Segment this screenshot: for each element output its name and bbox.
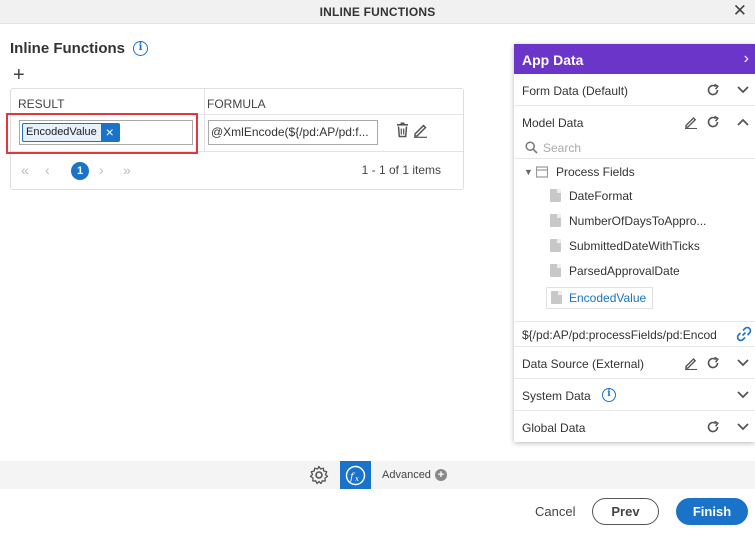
search-input[interactable]: Search	[514, 137, 755, 159]
trash-icon[interactable]	[395, 122, 410, 138]
search-placeholder: Search	[543, 141, 582, 155]
pencil-icon[interactable]	[413, 122, 428, 138]
tree-item-selected[interactable]: EncodedValue	[546, 287, 653, 309]
prev-button[interactable]: Prev	[592, 498, 659, 525]
chevron-right-icon[interactable]: ›	[744, 50, 749, 68]
chevron-down-icon[interactable]	[737, 85, 749, 95]
app-data-panel: App Data › Form Data (Default) Model Dat…	[514, 44, 755, 442]
tree-item-label: DateFormat	[569, 189, 633, 203]
section-label: Data Source (External)	[522, 357, 645, 371]
fx-button[interactable]: f x	[340, 461, 371, 489]
column-header-formula: FORMULA	[207, 97, 266, 111]
column-header-result: RESULT	[18, 97, 65, 111]
pencil-icon[interactable]	[684, 115, 698, 129]
cancel-button[interactable]: Cancel	[535, 504, 575, 519]
pencil-icon[interactable]	[684, 356, 698, 370]
formula-field[interactable]: @XmlEncode(${/pd:AP/pd:f...	[208, 120, 378, 145]
result-chip: EncodedValue ×	[22, 123, 120, 142]
document-icon	[550, 189, 561, 202]
folder-icon	[536, 166, 548, 178]
advanced-label[interactable]: Advanced	[382, 469, 431, 481]
first-page-icon[interactable]: «	[21, 162, 29, 178]
tree-item-label: EncodedValue	[569, 291, 647, 305]
app-data-title: App Data	[522, 52, 584, 68]
info-icon[interactable]: i	[602, 388, 616, 402]
gear-icon[interactable]	[309, 465, 329, 485]
refresh-icon[interactable]	[706, 115, 720, 129]
next-page-icon[interactable]: ›	[99, 162, 104, 178]
result-field[interactable]: EncodedValue ×	[19, 120, 193, 145]
pager-summary: 1 - 1 of 1 items	[361, 163, 441, 177]
finish-button[interactable]: Finish	[676, 498, 748, 525]
section-model-data[interactable]: Model Data	[514, 106, 755, 138]
document-icon	[550, 239, 561, 252]
tree-item-label: ParsedApprovalDate	[569, 264, 680, 278]
selected-path: ${/pd:AP/pd:processFields/pd:Encod	[522, 328, 717, 342]
plus-icon[interactable]: +	[13, 65, 25, 85]
chevron-down-icon[interactable]	[737, 390, 749, 400]
document-icon	[550, 264, 561, 277]
footer-toolbar	[0, 461, 755, 489]
refresh-icon[interactable]	[706, 420, 720, 434]
info-icon[interactable]: i	[133, 41, 148, 56]
chevron-up-icon[interactable]	[737, 117, 749, 127]
inline-functions-grid: RESULT FORMULA EncodedValue × @XmlEncode…	[6, 88, 464, 190]
section-label: Model Data	[522, 116, 584, 130]
result-chip-label: EncodedValue	[26, 126, 97, 138]
search-icon	[525, 141, 538, 154]
app-data-header[interactable]: App Data ›	[514, 44, 755, 74]
refresh-icon[interactable]	[706, 83, 720, 97]
selected-path-row: ${/pd:AP/pd:processFields/pd:Encod	[514, 321, 755, 347]
last-page-icon[interactable]: »	[123, 162, 131, 178]
previous-page-icon[interactable]: ‹	[45, 162, 50, 178]
grid-pager: « ‹ 1 › » 1 - 1 of 1 items	[11, 152, 463, 189]
section-system-data[interactable]: System Data i	[514, 379, 755, 411]
close-icon[interactable]: ✕	[733, 2, 747, 20]
svg-text:x: x	[355, 475, 359, 483]
chevron-down-icon[interactable]	[737, 358, 749, 368]
chevron-down-icon[interactable]	[737, 422, 749, 432]
function-icon: f x	[345, 465, 366, 486]
section-global-data[interactable]: Global Data	[514, 411, 755, 443]
page-title: Inline Functions	[10, 40, 125, 57]
tree-item-label: NumberOfDaysToAppro...	[569, 214, 707, 228]
section-label: Global Data	[522, 421, 586, 435]
remove-chip-icon[interactable]: ×	[100, 124, 119, 141]
plus-circle-icon[interactable]: +	[435, 469, 447, 481]
link-icon[interactable]	[736, 326, 752, 342]
section-label: Form Data (Default)	[522, 84, 629, 98]
section-data-source[interactable]: Data Source (External)	[514, 347, 755, 379]
document-icon	[550, 214, 561, 227]
table-row: EncodedValue × @XmlEncode(${/pd:AP/pd:f.…	[6, 113, 463, 154]
tree-item-label: SubmittedDateWithTicks	[569, 239, 700, 253]
caret-down-icon[interactable]: ▼	[524, 167, 533, 177]
section-label: System Data	[522, 389, 591, 403]
grid-header: RESULT FORMULA	[11, 89, 463, 115]
dialog-title: INLINE FUNCTIONS	[319, 5, 436, 19]
tree-root-label: Process Fields	[556, 165, 635, 179]
refresh-icon[interactable]	[706, 356, 720, 370]
page-number[interactable]: 1	[71, 162, 89, 180]
document-icon	[551, 291, 562, 304]
dialog-titlebar: INLINE FUNCTIONS ✕	[0, 0, 755, 24]
section-form-data[interactable]: Form Data (Default)	[514, 74, 755, 106]
